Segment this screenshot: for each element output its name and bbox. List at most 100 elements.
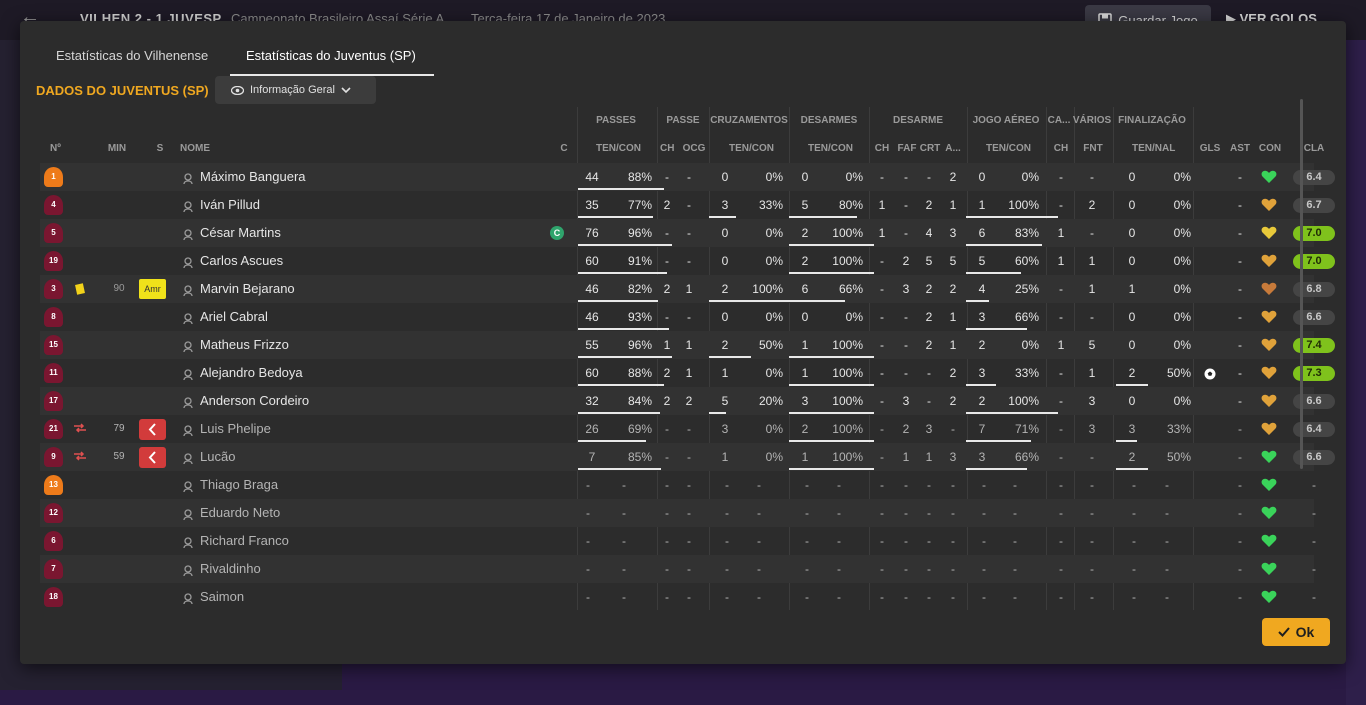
column-header-c[interactable]: C: [556, 143, 572, 154]
person-icon: [183, 451, 193, 465]
table-row[interactable]: 12 Eduardo Neto - - - - - - - - - - - - - - - - - - - -: [40, 499, 1316, 527]
table-row[interactable]: 15 Matheus Frizzo 55 96% 1 1 2 50% 1 100% - -2 1 2 0% 1…: [40, 331, 1335, 359]
column-header-min[interactable]: MIN: [100, 143, 134, 154]
table-row[interactable]: 3 90 Amr Marvin Bejarano 46 82% 2 1 2 100% 6 66% -3 2…: [40, 275, 1335, 303]
table-row[interactable]: 11 Alejandro Bedoya 60 88% 2 1 1 0% 1 100% - - -2 3 33…: [40, 359, 1335, 387]
fouls: -: [904, 590, 908, 604]
rating: -: [1312, 478, 1316, 492]
player-name[interactable]: Richard Franco: [200, 527, 400, 555]
column-header-passes[interactable]: TEN/CON: [596, 143, 641, 154]
group-header-final: FINALIZAÇÃO: [1118, 115, 1186, 126]
crosses-completion-bar: [709, 216, 736, 218]
key-passes: 1: [663, 338, 671, 352]
tackles-completion-bar: [789, 216, 857, 218]
tackles-completed: 100%: [832, 338, 863, 352]
interceptions: 1: [949, 338, 957, 352]
cards: -: [1059, 506, 1063, 520]
table-row[interactable]: 21 79 Luis Phelipe 26 69% - -3 0% 2 100% -2 3-7 71% -…: [40, 415, 1335, 443]
ok-button[interactable]: Ok: [1262, 618, 1330, 646]
blocks: -: [880, 282, 884, 296]
cards: -: [1059, 478, 1063, 492]
table-scrollbar[interactable]: [1300, 99, 1303, 469]
player-name[interactable]: Matheus Frizzo: [200, 331, 400, 359]
column-header-final[interactable]: TEN/NAL: [1132, 143, 1175, 154]
tackles-completion-bar: [789, 244, 874, 246]
tab-juventus[interactable]: Estatísticas do Juventus (SP): [230, 41, 434, 76]
view-dropdown[interactable]: Informação Geral: [215, 76, 376, 104]
column-header-passe-ch[interactable]: CH: [660, 143, 674, 154]
assists: -: [1238, 338, 1242, 352]
column-header-ca-ch[interactable]: CH: [1053, 143, 1069, 154]
crosses-completed: 0%: [765, 450, 783, 464]
player-name[interactable]: Thiago Braga: [200, 471, 400, 499]
passes-completed: -: [622, 478, 626, 492]
column-header-desarme-crt[interactable]: CRT: [919, 143, 941, 154]
clearances: -: [927, 478, 931, 492]
condition-heart-icon: [1261, 226, 1277, 240]
column-header-aereo[interactable]: TEN/CON: [986, 143, 1031, 154]
table-row[interactable]: 17 Anderson Cordeiro 32 84% 2 2 5 20% 3 100% -3-2 2…: [40, 387, 1335, 415]
background-right-strip: [1346, 40, 1366, 705]
key-passes: 2: [663, 198, 671, 212]
assists: -: [1238, 282, 1242, 296]
passes-completion-bar: [578, 216, 653, 218]
headers-won: 0%: [1021, 338, 1039, 352]
player-name[interactable]: Lucão: [200, 443, 400, 471]
condition-heart-icon: [1261, 394, 1277, 408]
column-header-varios-fnt[interactable]: FNT: [1082, 143, 1104, 154]
column-header-desarmes[interactable]: TEN/CON: [808, 143, 853, 154]
table-row[interactable]: 8 Ariel Cabral 46 93% - -0 0% 0 0% - -2 1 3 66% - -0 0% -…: [40, 303, 1335, 331]
player-name[interactable]: Máximo Banguera: [200, 163, 400, 191]
fouls-against: -: [1090, 450, 1094, 464]
player-name[interactable]: Saimon: [200, 583, 400, 611]
player-name[interactable]: Rivaldinho: [200, 555, 400, 583]
column-header-con[interactable]: CON: [1257, 143, 1283, 154]
table-row[interactable]: 13 Thiago Braga - - - - - - - - - - - - - - - - - - - -: [40, 471, 1316, 499]
table-row[interactable]: 6 Richard Franco - - - - - - - - - - - - - - - - - - - -: [40, 527, 1316, 555]
shirt-number-badge: 1: [44, 167, 63, 187]
player-name[interactable]: Luis Phelipe: [200, 415, 400, 443]
table-row[interactable]: 5 César Martins C 76 96% - -0 0% 2 100% 1-4 3 6 83% 1-…: [40, 219, 1335, 247]
blocks: -: [880, 338, 884, 352]
column-header-cruz[interactable]: TEN/CON: [729, 143, 774, 154]
column-header-passe-ocg[interactable]: OCG: [681, 143, 707, 154]
column-header-gls[interactable]: GLS: [1199, 143, 1221, 154]
player-name[interactable]: Marvin Bejarano: [200, 275, 400, 303]
column-header-ast[interactable]: AST: [1229, 143, 1251, 154]
player-name[interactable]: Iván Pillud: [200, 191, 400, 219]
player-name[interactable]: César Martins: [200, 219, 400, 247]
player-name[interactable]: Eduardo Neto: [200, 499, 400, 527]
column-header-desarme-faf[interactable]: FAF: [896, 143, 918, 154]
shots: 2: [1128, 450, 1136, 464]
table-row[interactable]: 1 Máximo Banguera 44 88% - -0 0% 0 0% - - -2 0 0% - -0 0…: [40, 163, 1335, 191]
column-header-cla[interactable]: CLA: [1301, 143, 1327, 154]
tackles-completed: 0%: [845, 170, 863, 184]
player-name[interactable]: Ariel Cabral: [200, 303, 400, 331]
passes-completion-bar: [578, 328, 669, 330]
player-name[interactable]: Alejandro Bedoya: [200, 359, 400, 387]
player-name[interactable]: Anderson Cordeiro: [200, 387, 400, 415]
table-row[interactable]: 7 Rivaldinho - - - - - - - - - - - - - - - - - - - -: [40, 555, 1316, 583]
tab-vilhenense[interactable]: Estatísticas do Vilhenense: [40, 41, 230, 76]
column-header-desarme-a[interactable]: A...: [945, 143, 961, 154]
table-row[interactable]: 18 Saimon - - - - - - - - - - - - - - - - - - - -: [40, 583, 1316, 611]
player-name[interactable]: Carlos Ascues: [200, 247, 400, 275]
column-header-num[interactable]: Nº: [50, 143, 80, 154]
yellow-card-icon: [75, 283, 85, 295]
condition-heart-icon: [1261, 422, 1277, 436]
person-icon: [183, 423, 193, 437]
passes-attempted: 60: [585, 366, 599, 380]
table-row[interactable]: 4 Iván Pillud 35 77% 2 - 3 33% 5 80% 1 - 2 1 1 100% - 2 0 0…: [40, 191, 1335, 219]
clearances: 2: [925, 282, 933, 296]
tackles-completed: 100%: [832, 226, 863, 240]
table-row[interactable]: 9 59 Lucão 7 85% - -1 0% 1 100% -1 1 3 3 66% - -2 50% -6.6: [40, 443, 1335, 471]
table-row[interactable]: 19 Carlos Ascues 60 91% - -0 0% 2 100% -2 5 5 5 60% 1 1…: [40, 247, 1335, 275]
column-header-desarme-ch[interactable]: CH: [874, 143, 890, 154]
person-icon: [183, 507, 193, 521]
column-header-s[interactable]: S: [152, 143, 168, 154]
headers-completion-bar: [966, 468, 1027, 470]
rating: -: [1312, 562, 1316, 576]
key-passes: -: [665, 534, 669, 548]
tackles-completion-bar: [789, 272, 874, 274]
column-header-nome[interactable]: NOME: [180, 143, 240, 154]
